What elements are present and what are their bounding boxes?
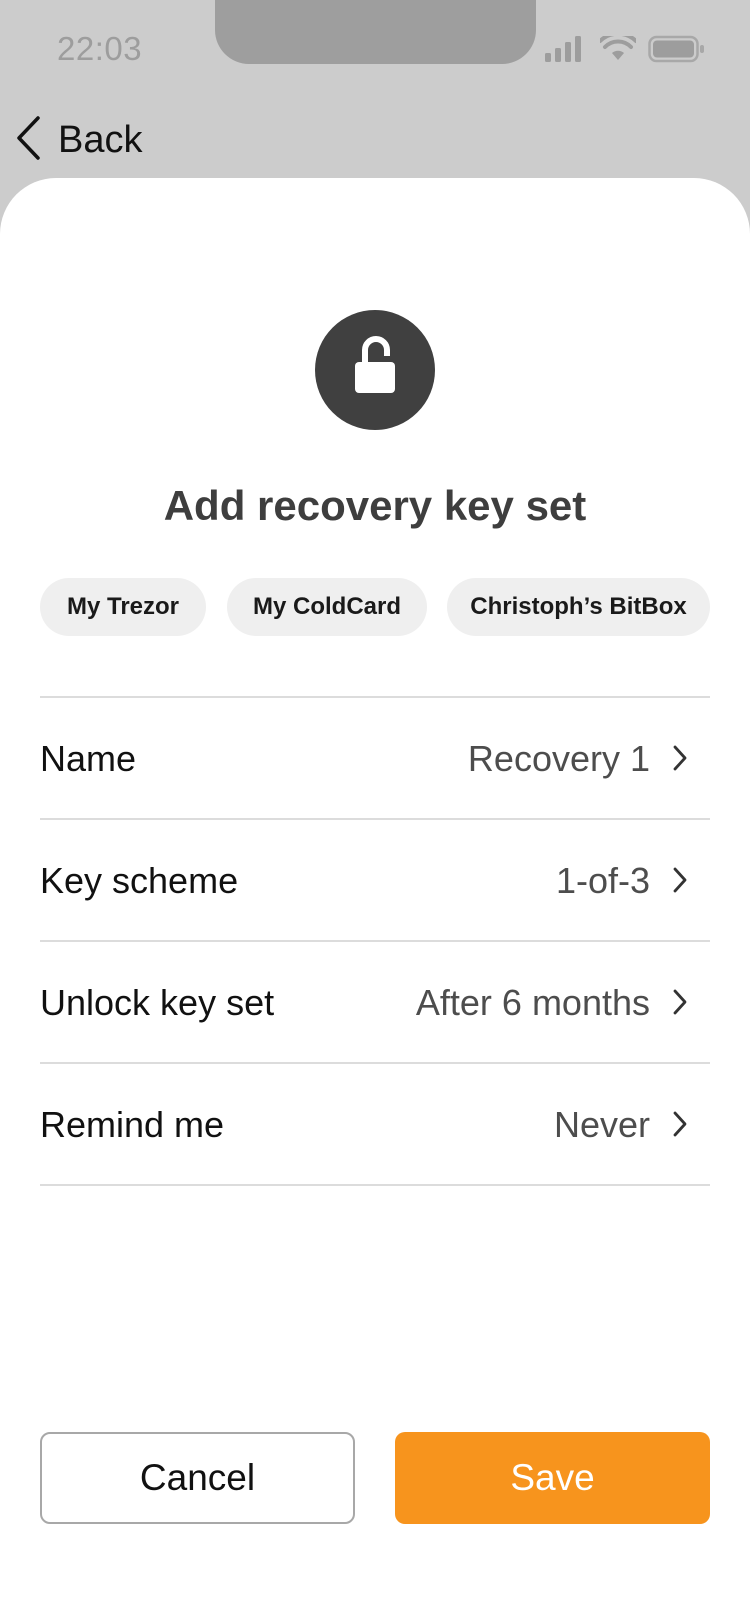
setting-label: Unlock key set	[40, 982, 275, 1023]
setting-row-unlock-key-set[interactable]: Unlock key set After 6 months	[40, 942, 710, 1062]
status-time: 22:03	[57, 30, 143, 67]
device-notch	[215, 0, 536, 64]
setting-label: Key scheme	[40, 860, 239, 901]
setting-row-remind-me[interactable]: Remind me Never	[40, 1064, 710, 1184]
setting-value: 1-of-3	[555, 860, 650, 901]
setting-value: Never	[553, 1104, 650, 1145]
key-chip-list: My Trezor My ColdCard Christoph’s BitBox	[40, 578, 720, 636]
setting-row-name[interactable]: Name Recovery 1	[40, 698, 710, 818]
setting-label: Remind me	[40, 1104, 225, 1145]
chevron-left-icon	[14, 114, 42, 167]
signal-icon	[545, 36, 585, 67]
page-title: Add recovery key set	[163, 482, 587, 529]
setting-label: Name	[40, 738, 137, 779]
settings-list: Name Recovery 1 Key scheme 1-of-3 Unlock…	[40, 696, 710, 1186]
key-chip[interactable]: My Trezor	[40, 578, 206, 636]
status-bar: 22:03	[0, 0, 750, 110]
wifi-icon	[598, 31, 638, 67]
setting-value: Recovery 1	[467, 738, 650, 779]
add-key-set-sheet: Add recovery key set My Trezor My ColdCa…	[0, 178, 750, 1624]
back-label: Back	[58, 118, 143, 161]
save-button[interactable]: Save	[395, 1432, 710, 1524]
key-chip[interactable]: My ColdCard	[227, 578, 427, 636]
divider	[40, 1184, 710, 1186]
key-chip[interactable]: Christoph’s BitBox	[447, 578, 710, 636]
setting-row-key-scheme[interactable]: Key scheme 1-of-3	[40, 820, 710, 940]
back-button[interactable]: Back	[14, 114, 142, 166]
navigation-bar: Back	[0, 100, 750, 180]
unlocked-padlock-icon	[315, 310, 435, 430]
chevron-right-icon	[672, 866, 688, 899]
chevron-right-icon	[672, 988, 688, 1021]
setting-value: After 6 months	[415, 982, 650, 1023]
status-icons	[545, 31, 706, 69]
cancel-button[interactable]: Cancel	[40, 1432, 355, 1524]
chevron-right-icon	[672, 1110, 688, 1143]
chevron-right-icon	[672, 744, 688, 777]
battery-icon	[648, 34, 706, 69]
